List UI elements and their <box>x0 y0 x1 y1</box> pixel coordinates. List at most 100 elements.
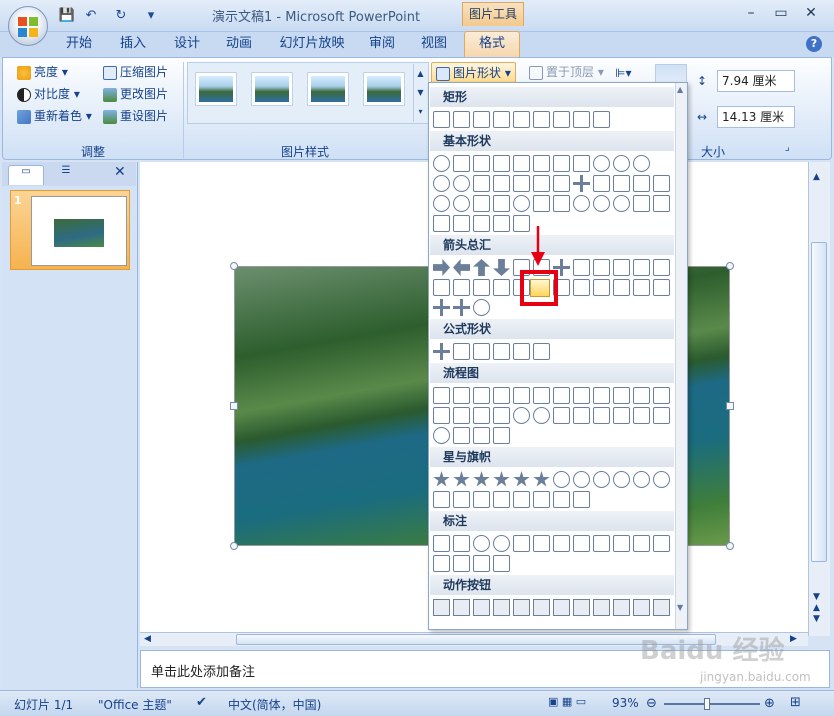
action-home-icon[interactable] <box>513 599 530 616</box>
star-shape[interactable] <box>633 471 650 488</box>
left-up-arrow-shape[interactable] <box>633 259 650 276</box>
rectangle-shape[interactable] <box>473 111 490 128</box>
flowchart-shape[interactable] <box>513 407 530 424</box>
callout-shape[interactable] <box>533 535 550 552</box>
left-right-arrow-callout-shape[interactable] <box>453 299 470 316</box>
callout-shape[interactable] <box>473 555 490 572</box>
star-shape[interactable] <box>473 471 490 487</box>
vertical-scrollbar[interactable]: ▲ ▼ ▲ ▼ <box>808 162 830 636</box>
bevel-shape[interactable] <box>653 175 670 192</box>
tab-animation[interactable]: 动画 <box>218 32 260 57</box>
menu-scrollbar[interactable]: ▲ ▼ <box>675 83 687 629</box>
tab-home[interactable]: 开始 <box>58 32 100 57</box>
action-return-icon[interactable] <box>553 599 570 616</box>
outline-tab-icon[interactable]: ☰ <box>46 165 86 185</box>
resize-handle[interactable] <box>726 542 734 550</box>
recolor-button[interactable]: 重新着色 ▾ <box>17 106 92 126</box>
star-shape[interactable] <box>513 471 530 487</box>
flowchart-shape[interactable] <box>633 387 650 404</box>
view-buttons-icon[interactable]: ▣ ▦ ▭ <box>548 695 608 711</box>
teardrop-shape[interactable] <box>473 175 490 192</box>
callout-shape[interactable] <box>453 535 470 552</box>
cloud-shape[interactable] <box>613 195 630 212</box>
style-thumb[interactable] <box>363 72 405 106</box>
octagon-shape[interactable] <box>593 155 610 172</box>
zoom-out-icon[interactable]: ⊖ <box>646 696 657 711</box>
callout-shape[interactable] <box>633 535 650 552</box>
callout-shape[interactable] <box>593 535 610 552</box>
star-shape[interactable] <box>573 471 590 488</box>
flowchart-shape[interactable] <box>633 407 650 424</box>
lightning-shape[interactable] <box>553 195 570 212</box>
arc-shape[interactable] <box>633 195 650 212</box>
flowchart-shape[interactable] <box>573 407 590 424</box>
block-arc-shape[interactable] <box>473 195 490 212</box>
width-field[interactable]: 14.13 厘米 <box>717 106 795 128</box>
menu-scroll-down-icon[interactable]: ▼ <box>677 603 683 612</box>
flowchart-shape[interactable] <box>453 427 470 444</box>
flowchart-shape[interactable] <box>573 387 590 404</box>
action-custom-icon[interactable] <box>653 599 670 616</box>
half-frame-shape[interactable] <box>513 175 530 192</box>
banner-shape[interactable] <box>453 491 470 508</box>
flowchart-shape[interactable] <box>473 407 490 424</box>
sun-shape[interactable] <box>573 195 590 212</box>
height-field[interactable]: 7.94 厘米 <box>717 70 795 92</box>
flowchart-shape[interactable] <box>653 387 670 404</box>
resize-handle[interactable] <box>230 542 238 550</box>
callout-shape[interactable] <box>473 535 490 552</box>
action-help-icon[interactable] <box>633 599 650 616</box>
heart-shape[interactable] <box>533 195 550 212</box>
resize-handle[interactable] <box>726 402 734 410</box>
bent-up-arrow-shape[interactable] <box>653 259 670 276</box>
callout-shape[interactable] <box>653 535 670 552</box>
star-shape[interactable] <box>433 471 450 487</box>
align-icon[interactable]: ⊫▾ <box>615 66 635 82</box>
flowchart-shape[interactable] <box>553 407 570 424</box>
contrast-button[interactable]: 对比度 ▾ <box>17 84 80 104</box>
quad-arrow-callout-shape[interactable] <box>433 299 450 316</box>
star-shape[interactable] <box>493 471 510 487</box>
right-brace-shape[interactable] <box>513 215 530 232</box>
spellcheck-icon[interactable]: ✔ <box>196 695 207 710</box>
gallery-scroll-icon[interactable]: ▲ ▼ ▾ <box>413 64 427 122</box>
flowchart-shape[interactable] <box>553 387 570 404</box>
rectangle-shape[interactable] <box>513 111 530 128</box>
plaque-shape[interactable] <box>593 175 610 192</box>
callout-shape[interactable] <box>613 535 630 552</box>
brightness-button[interactable]: 亮度 ▾ <box>17 62 68 82</box>
banner-shape[interactable] <box>493 491 510 508</box>
can-shape[interactable] <box>613 175 630 192</box>
zoom-slider[interactable] <box>664 703 760 705</box>
rectangle-shape[interactable] <box>573 111 590 128</box>
minimize-icon[interactable]: – <box>738 4 764 24</box>
plus-shape[interactable] <box>433 343 450 360</box>
left-arrow-callout-shape[interactable] <box>633 279 650 296</box>
theme-name[interactable]: "Office 主题" <box>98 696 172 713</box>
right-bracket-shape[interactable] <box>473 215 490 232</box>
resize-handle[interactable] <box>726 262 734 270</box>
star-shape[interactable] <box>593 471 610 488</box>
flowchart-shape[interactable] <box>613 407 630 424</box>
flowchart-shape[interactable] <box>593 407 610 424</box>
action-end-icon[interactable] <box>493 599 510 616</box>
pentagon-shape[interactable] <box>553 155 570 172</box>
action-beginning-icon[interactable] <box>473 599 490 616</box>
divide-shape[interactable] <box>493 343 510 360</box>
action-back-icon[interactable] <box>433 599 450 616</box>
flowchart-shape[interactable] <box>653 407 670 424</box>
scroll-up-icon[interactable]: ▲ <box>813 172 820 182</box>
undo-icon[interactable]: ↶ <box>82 7 100 25</box>
triangle-shape[interactable] <box>453 155 470 172</box>
rectangle-shape[interactable] <box>453 111 470 128</box>
double-bracket-shape[interactable] <box>653 195 670 212</box>
flowchart-shape[interactable] <box>533 407 550 424</box>
not-equal-shape[interactable] <box>533 343 550 360</box>
banner-shape[interactable] <box>433 491 450 508</box>
help-icon[interactable]: ? <box>806 36 822 52</box>
curved-down-arrow-shape[interactable] <box>493 279 510 296</box>
tab-slideshow[interactable]: 幻灯片放映 <box>272 32 352 57</box>
action-forward-icon[interactable] <box>453 599 470 616</box>
flowchart-shape[interactable] <box>513 387 530 404</box>
smiley-face-shape[interactable] <box>513 195 530 212</box>
